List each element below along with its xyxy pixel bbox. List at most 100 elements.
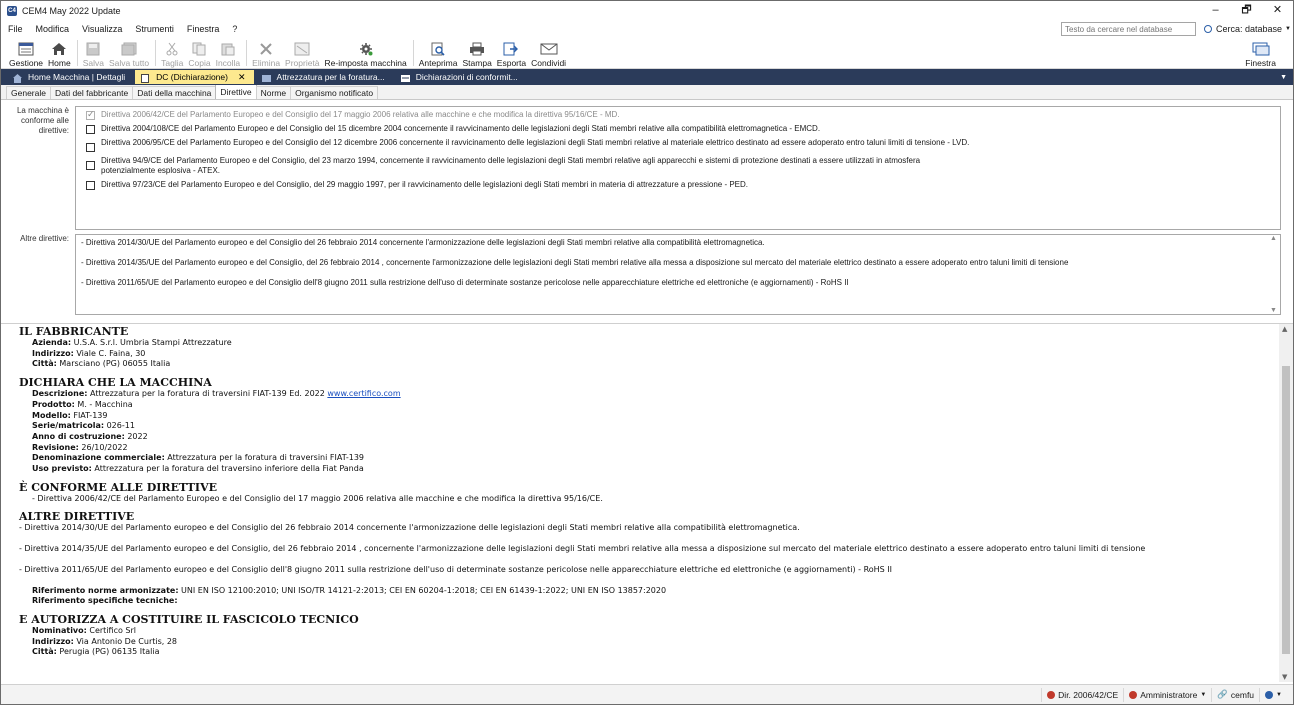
finestra-label: Finestra (1245, 58, 1276, 68)
altre-direttive-label: Altre direttive: (20, 234, 69, 243)
doc-tab-home-macchina[interactable]: Home Macchina | Dettagli (7, 70, 133, 84)
gear-icon (357, 41, 375, 57)
maximize-button[interactable]: 🗗 (1231, 1, 1262, 21)
certifico-link[interactable]: www.certifico.com (327, 389, 400, 398)
field-value: Attrezzatura per la foratura di traversi… (87, 389, 328, 399)
salva-tutto-button[interactable]: Salva tutto (107, 41, 151, 68)
status-user-label: Amministratore (1140, 689, 1198, 700)
document-tabs: Home Macchina | Dettagli DC (Dichiarazio… (1, 69, 1293, 85)
preview-line: - Direttiva 2006/42/CE del Parlamento Eu… (32, 493, 603, 503)
reimposta-button[interactable]: Re-imposta macchina (323, 41, 409, 68)
field-key: Uso previsto: (32, 464, 92, 474)
preview-field: Uso previsto: Attrezzatura per la foratu… (19, 464, 1293, 475)
stampa-label: Stampa (462, 58, 492, 68)
status-database-label: cemfu (1230, 689, 1255, 700)
taglia-button[interactable]: Taglia (159, 41, 185, 68)
preview-field: Serie/matricola: 026-11 (19, 421, 1293, 432)
directive-label: Direttiva 2006/95/CE del Parlamento Euro… (101, 138, 970, 147)
field-key: Prodotto: (32, 399, 75, 409)
close-button[interactable]: ✕ (1262, 1, 1293, 21)
preview-field: Descrizione: Attrezzatura per la foratur… (19, 389, 1293, 400)
scrollbar-thumb[interactable] (1282, 366, 1290, 654)
conforme-label-line: conforme alle (20, 116, 69, 125)
directive-emcd-checkbox[interactable] (86, 125, 95, 134)
directive-atex-checkbox[interactable] (86, 161, 95, 170)
doc-tab-label: Home Macchina | Dettagli (28, 72, 126, 82)
menu-finestra[interactable]: Finestra (186, 24, 221, 34)
home-label: Home (48, 58, 71, 68)
home-button[interactable]: Home (46, 41, 73, 68)
esporta-button[interactable]: Esporta (495, 41, 528, 68)
textarea-scrollbar[interactable]: ▲ ▼ (1268, 235, 1280, 314)
section-heading: ALTRE DIRETTIVE (19, 510, 135, 524)
chevron-down-icon: ▼ (1285, 26, 1291, 32)
anteprima-button[interactable]: Anteprima (417, 41, 460, 68)
menu-modifica[interactable]: Modifica (35, 24, 71, 34)
elimina-label: Elimina (252, 58, 281, 68)
search-scope-button[interactable]: Cerca: database ▼ (1204, 24, 1291, 34)
conforme-label-line: direttive: (38, 126, 69, 135)
gestione-button[interactable]: Gestione (7, 41, 45, 68)
preview-scrollbar[interactable]: ▲ ▼ (1279, 324, 1293, 682)
tab-dati-macchina[interactable]: Dati della macchina (132, 86, 217, 99)
tab-generale[interactable]: Generale (6, 86, 51, 99)
user-icon (1129, 690, 1138, 699)
preview-field: Modello: FIAT-139 (19, 411, 1293, 422)
minimize-button[interactable]: – (1200, 1, 1231, 21)
elimina-button[interactable]: Elimina (250, 41, 282, 68)
field-value: 026-11 (104, 421, 135, 431)
altre-direttive-line: - Direttiva 2014/35/UE del Parlamento eu… (81, 258, 1069, 267)
directive-ped-checkbox[interactable] (86, 181, 95, 190)
copia-button[interactable]: Copia (186, 41, 212, 68)
printer-icon (468, 41, 486, 57)
status-user[interactable]: Amministratore ▼ (1123, 687, 1211, 702)
salva-button[interactable]: Salva (81, 41, 106, 68)
close-icon[interactable]: ✕ (238, 70, 246, 84)
doc-tab-dichiarazioni[interactable]: Dichiarazioni di conformit... (395, 70, 526, 84)
menu-file[interactable]: File (7, 24, 24, 34)
field-value: Certifico Srl (86, 625, 137, 635)
chevron-down-icon[interactable]: ▼ (1270, 307, 1277, 314)
tab-norme[interactable]: Norme (255, 86, 292, 99)
section-heading: E AUTORIZZA A COSTITUIRE IL FASCICOLO TE… (19, 612, 359, 626)
directive-ped-row: Direttiva 97/23/CE del Parlamento Europe… (86, 180, 1280, 190)
menu-help[interactable]: ? (231, 24, 238, 34)
chevron-up-icon[interactable]: ▲ (1270, 235, 1277, 242)
directive-lvd-checkbox[interactable] (86, 143, 95, 152)
condividi-button[interactable]: Condividi (529, 41, 568, 68)
document-icon (141, 73, 150, 83)
altre-direttive-textarea[interactable]: - Direttiva 2014/30/UE del Parlamento eu… (75, 234, 1281, 315)
mail-icon (540, 41, 558, 57)
field-value: FIAT-139 (70, 410, 108, 420)
tab-organismo-notificato[interactable]: Organismo notificato (290, 86, 379, 99)
tab-list-dropdown-icon[interactable]: ▼ (1280, 74, 1287, 81)
search-input[interactable] (1061, 22, 1196, 36)
incolla-label: Incolla (215, 58, 241, 68)
incolla-button[interactable]: Incolla (214, 41, 243, 68)
doc-tab-dc-dichiarazione[interactable]: DC (Dichiarazione) ✕ (135, 70, 254, 84)
status-directive-label: Dir. 2006/42/CE (1058, 689, 1119, 700)
status-database[interactable]: 🔗 cemfu (1211, 687, 1259, 702)
section-heading: DICHIARA CHE LA MACCHINA (19, 376, 212, 390)
status-globe[interactable]: ▼ (1259, 687, 1287, 702)
doc-tab-attrezzatura[interactable]: Attrezzatura per la foratura... (256, 70, 393, 84)
tab-dati-fabbricante[interactable]: Dati del fabbricante (49, 86, 134, 99)
field-key: Serie/matricola: (32, 421, 105, 431)
tab-direttive[interactable]: Direttive (215, 84, 257, 99)
menu-visualizza[interactable]: Visualizza (81, 24, 123, 34)
directive-md-checkbox[interactable] (86, 109, 95, 120)
chevron-down-icon[interactable]: ▼ (1282, 673, 1287, 681)
field-value: M. - Macchina (74, 399, 133, 409)
finestra-button[interactable]: Finestra (1243, 41, 1278, 68)
preview-field: Azienda: U.S.A. S.r.l. Umbria Stampi Att… (19, 338, 1293, 349)
chevron-up-icon[interactable]: ▲ (1282, 325, 1287, 333)
status-directive[interactable]: Dir. 2006/42/CE (1041, 687, 1123, 702)
menu-strumenti[interactable]: Strumenti (134, 24, 175, 34)
proprieta-button[interactable]: Proprietà (283, 41, 322, 68)
stampa-button[interactable]: Stampa (461, 41, 494, 68)
directive-emcd-row: Direttiva 2004/108/CE del Parlamento Eur… (86, 124, 1280, 134)
globe-icon (1265, 690, 1274, 699)
